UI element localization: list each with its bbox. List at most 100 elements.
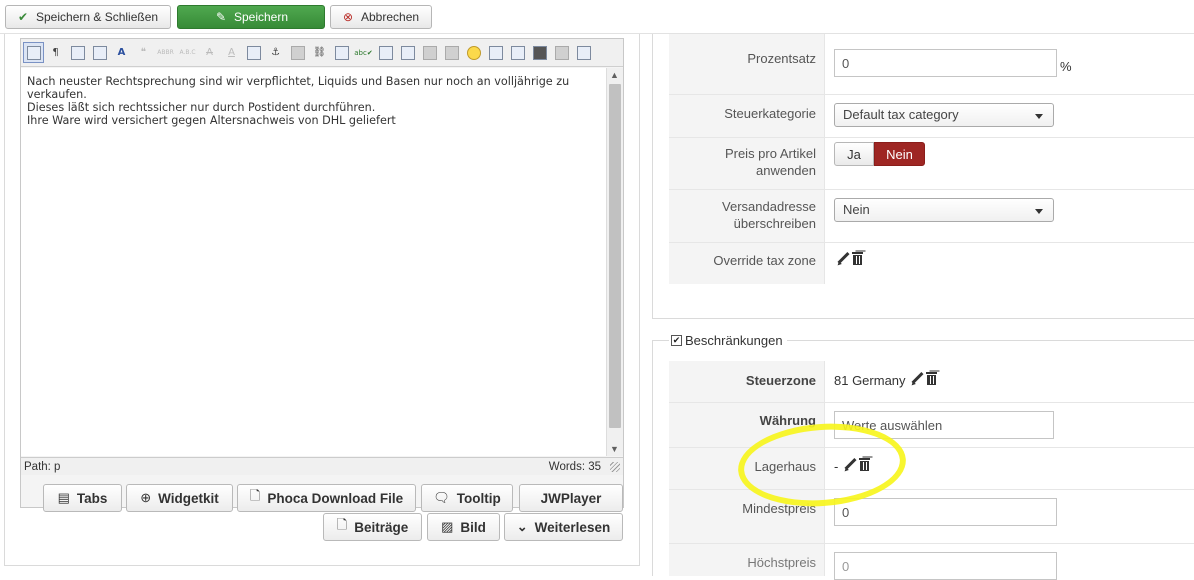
file-icon: 🗋	[249, 488, 261, 503]
picture-icon: ▨	[441, 519, 454, 534]
jwplayer-label: JWPlayer	[540, 490, 602, 506]
bild-button[interactable]: ▨ Bild	[427, 513, 500, 541]
file-add-icon: 🗋	[336, 517, 348, 532]
word-count: Words: 35	[548, 461, 601, 473]
horizontal-rule-icon[interactable]	[375, 42, 396, 63]
quote-icon[interactable]: ❝	[133, 42, 154, 63]
save-label: Speichern	[233, 10, 289, 24]
paste-text-icon[interactable]	[89, 42, 110, 63]
phoca-download-button[interactable]: 🗋 Phoca Download File	[237, 484, 416, 512]
toggle-ja[interactable]: Ja	[834, 142, 874, 166]
move-backward-icon[interactable]	[441, 42, 462, 63]
waehrung-multiselect[interactable]: Werte auswählen	[834, 411, 1054, 439]
pencil-icon[interactable]	[843, 458, 857, 472]
media-icon[interactable]	[507, 42, 528, 63]
editor-toolbar: ¶ A ❝ ABBR A.B.C A A ⚓ ⛓ abc✔	[21, 39, 623, 67]
select-all-icon[interactable]	[23, 42, 44, 63]
emoticon-icon[interactable]	[463, 42, 484, 63]
lagerhaus-label: Lagerhaus	[669, 448, 825, 489]
prozentsatz-input[interactable]: 0	[834, 49, 1057, 77]
tooltip-button[interactable]: 🗨 Tooltip	[421, 484, 513, 512]
chevron-down-icon: ⌄	[516, 519, 528, 534]
delete-text-icon[interactable]: A	[199, 42, 220, 63]
layer-icon[interactable]	[397, 42, 418, 63]
insert-text-icon[interactable]: A	[221, 42, 242, 63]
versandadresse-label: Versandadresse überschreiben	[669, 190, 825, 242]
checkbox-icon[interactable]: ✔	[671, 335, 682, 346]
video-icon[interactable]	[529, 42, 550, 63]
widgetkit-label: Widgetkit	[158, 490, 219, 506]
abbr-icon[interactable]: ABBR	[155, 42, 176, 63]
steuerzone-label: Steuerzone	[669, 361, 825, 402]
editor-scrollbar[interactable]: ▲ ▼	[606, 68, 623, 456]
move-forward-icon[interactable]	[419, 42, 440, 63]
spellcheck-icon[interactable]: abc✔	[353, 42, 374, 63]
styles-icon[interactable]: A	[111, 42, 132, 63]
tabs-label: Tabs	[76, 490, 108, 506]
scroll-up-icon[interactable]: ▲	[610, 70, 619, 80]
comment-icon: 🗨	[433, 490, 450, 505]
preis-pro-artikel-label: Preis pro Artikel anwenden	[669, 138, 825, 189]
content-line: Nach neuster Rechtsprechung sind wir ver…	[27, 75, 570, 101]
edit-icon: ✎	[215, 10, 226, 24]
cancel-button[interactable]: ⊗ Abbrechen	[330, 5, 432, 29]
versandadresse-select[interactable]: Nein	[834, 198, 1054, 222]
resize-grip-icon[interactable]	[610, 462, 620, 472]
steuerkategorie-select[interactable]: Default tax category	[834, 103, 1054, 127]
element-path: Path: p	[24, 461, 61, 473]
save-close-button[interactable]: ✔ Speichern & Schließen	[5, 5, 171, 29]
weiterlesen-label: Weiterlesen	[534, 519, 611, 535]
template-icon[interactable]	[485, 42, 506, 63]
link-icon[interactable]: ⛓	[309, 42, 330, 63]
trash-icon[interactable]	[859, 458, 870, 471]
editor-content[interactable]: Nach neuster Rechtsprechung sind wir ver…	[21, 68, 606, 456]
tabs-button[interactable]: ▤ Tabs	[43, 484, 122, 512]
waehrung-label: Währung	[669, 403, 825, 447]
trash-icon[interactable]	[926, 372, 937, 385]
beitraege-label: Beiträge	[354, 519, 409, 535]
content-line: Dieses läßt sich rechtssicher nur durch …	[27, 101, 376, 114]
scroll-down-icon[interactable]: ▼	[610, 444, 619, 454]
save-button[interactable]: ✎ Speichern	[177, 5, 325, 29]
percent-sign: %	[1060, 59, 1072, 74]
pencil-icon[interactable]	[836, 252, 850, 266]
weiterlesen-button[interactable]: ⌄ Weiterlesen	[504, 513, 623, 541]
calendar-icon: ▤	[57, 490, 70, 505]
beitraege-button[interactable]: 🗋 Beiträge	[323, 513, 422, 541]
preis-pro-artikel-toggle: Ja Nein	[834, 142, 925, 166]
save-close-label: Speichern & Schließen	[36, 10, 159, 24]
image-icon[interactable]	[331, 42, 352, 63]
trash-icon[interactable]	[852, 252, 863, 265]
row-lagerhaus: Lagerhaus	[669, 448, 1194, 490]
disabled-tool-icon[interactable]	[551, 42, 572, 63]
top-toolbar: ✔ Speichern & Schließen ✎ Speichern ⊗ Ab…	[0, 0, 1194, 34]
waehrung-placeholder: Werte auswählen	[842, 418, 943, 433]
cancel-label: Abbrechen	[361, 10, 420, 24]
paste-word-icon[interactable]	[67, 42, 88, 63]
caret-down-icon	[1035, 209, 1043, 214]
mindestpreis-label: Mindestpreis	[669, 490, 825, 543]
pencil-icon[interactable]	[910, 372, 924, 386]
restrictions-legend-label: Beschränkungen	[685, 333, 783, 348]
new-document-icon[interactable]	[573, 42, 594, 63]
versandadresse-value: Nein	[843, 202, 870, 217]
steuerzone-value: 81 Germany	[834, 373, 906, 388]
mindestpreis-input[interactable]: 0	[834, 498, 1057, 526]
phoca-label: Phoca Download File	[267, 490, 404, 506]
caret-down-icon	[1035, 114, 1043, 119]
unlink-icon[interactable]	[287, 42, 308, 63]
plus-circle-icon: ⊕	[140, 490, 152, 505]
lagerhaus-value: -	[834, 459, 839, 474]
toggle-nein[interactable]: Nein	[874, 142, 925, 166]
jwplayer-button[interactable]: JWPlayer	[519, 484, 623, 512]
tooltip-label: Tooltip	[456, 490, 501, 506]
steuerkategorie-label: Steuerkategorie	[669, 95, 825, 137]
paragraph-icon[interactable]: ¶	[45, 42, 66, 63]
acronym-icon[interactable]: A.B.C	[177, 42, 198, 63]
scrollbar-thumb[interactable]	[609, 84, 621, 428]
hoechstpreis-label: Höchstpreis	[669, 544, 825, 576]
widgetkit-button[interactable]: ⊕ Widgetkit	[126, 484, 233, 512]
attributes-icon[interactable]	[243, 42, 264, 63]
anchor-icon[interactable]: ⚓	[265, 42, 286, 63]
editor-panel: ¶ A ❝ ABBR A.B.C A A ⚓ ⛓ abc✔ Nach neust…	[4, 34, 640, 566]
